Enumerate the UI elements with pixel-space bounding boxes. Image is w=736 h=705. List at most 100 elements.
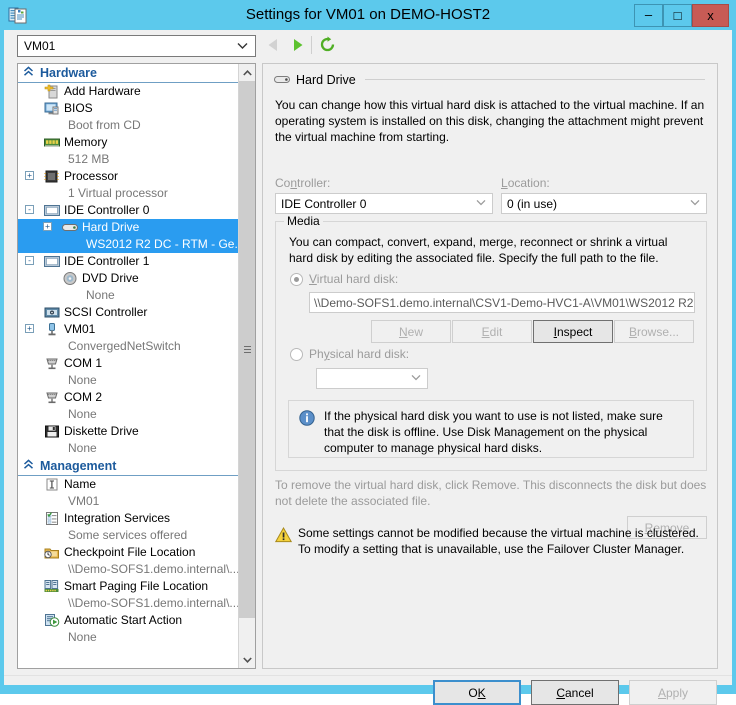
tree-item-processor[interactable]: + Processor — [18, 168, 238, 185]
expand-icon[interactable]: + — [25, 324, 34, 333]
physical-disk-info-text: If the physical hard disk you want to us… — [324, 409, 663, 455]
hard-drive-settings-panel: Hard Drive You can change how this virtu… — [262, 63, 718, 669]
tree-item-com-2[interactable]: COM 2 — [18, 389, 238, 406]
tree-item-dvd-drive[interactable]: DVD Drive — [18, 270, 238, 287]
chevron-down-icon — [237, 40, 248, 54]
browse-button[interactable]: Browse... — [614, 320, 694, 343]
scroll-down-button[interactable] — [239, 651, 255, 668]
expand-icon[interactable]: + — [43, 222, 52, 231]
chevron-down-icon — [476, 197, 486, 211]
ide-controller-icon — [44, 254, 60, 269]
refresh-icon — [319, 36, 336, 56]
tree-item-checkpoint-file-location[interactable]: Checkpoint File Location — [18, 544, 238, 561]
tree-item-diskette-drive[interactable]: Diskette Drive — [18, 423, 238, 440]
tree-item-sublabel: ConvergedNetSwitch — [68, 339, 181, 353]
nav-forward-button[interactable] — [287, 37, 307, 55]
tree-item-sublabel-row[interactable]: Some services offered — [18, 527, 238, 544]
tree-item-sublabel-row[interactable]: \\Demo-SOFS1.demo.internal\... — [18, 561, 238, 578]
tree-item-integration-services[interactable]: Integration Services — [18, 510, 238, 527]
tree-item-sublabel-row[interactable]: \\Demo-SOFS1.demo.internal\... — [18, 595, 238, 612]
collapse-chevron-icon — [23, 66, 34, 81]
tree-item-label: COM 2 — [64, 390, 103, 404]
collapse-icon[interactable]: - — [25, 205, 34, 214]
tree-item-sublabel-row[interactable]: None — [18, 287, 238, 304]
tree-item-sublabel-row[interactable]: VM01 — [18, 493, 238, 510]
footer-divider — [4, 675, 732, 676]
tree-item-bios[interactable]: BIOS — [18, 100, 238, 117]
tree-item-label: DVD Drive — [82, 271, 139, 285]
virtual-hard-disk-radio[interactable] — [290, 273, 303, 286]
title-bar: Settings for VM01 on DEMO-HOST2 – □ x — [0, 0, 736, 30]
tree-item-sublabel-row[interactable]: Boot from CD — [18, 117, 238, 134]
physical-hard-disk-label: Physical hard disk: — [309, 347, 410, 361]
tree-item-ide-controller-0[interactable]: - IDE Controller 0 — [18, 202, 238, 219]
close-button[interactable]: x — [692, 4, 729, 27]
nav-back-button[interactable] — [263, 37, 283, 55]
tree-item-scsi-controller[interactable]: SCSI Controller — [18, 304, 238, 321]
tree-item-sublabel-row[interactable]: ConvergedNetSwitch — [18, 338, 238, 355]
tree-item-sublabel-row[interactable]: None — [18, 440, 238, 457]
apply-button[interactable]: Apply — [629, 680, 717, 705]
settings-tree[interactable]: Hardware Add Hardware BIOS Boot from CD Memo… — [17, 63, 256, 669]
sidebar-scrollbar[interactable] — [238, 64, 255, 668]
ok-button[interactable]: OK — [433, 680, 521, 705]
scroll-up-button[interactable] — [239, 64, 255, 81]
tree-item-ide-controller-1[interactable]: - IDE Controller 1 — [18, 253, 238, 270]
minimize-button[interactable]: – — [634, 4, 663, 27]
toolbar-separator — [311, 36, 312, 54]
new-button[interactable]: New — [371, 320, 451, 343]
tree-item-sublabel: \\Demo-SOFS1.demo.internal\... — [68, 562, 238, 576]
tree-item-sublabel-row[interactable]: None — [18, 629, 238, 646]
tree-item-label: Hard Drive — [82, 220, 140, 234]
tree-item-label: Checkpoint File Location — [64, 545, 196, 559]
chevron-down-icon — [243, 655, 252, 665]
physical-hard-disk-radio[interactable] — [290, 348, 303, 361]
dvd-drive-icon — [62, 271, 78, 286]
maximize-icon: □ — [673, 8, 682, 23]
physical-hard-disk-combo[interactable] — [316, 368, 428, 389]
tree-group-header-management[interactable]: Management — [18, 457, 238, 476]
tree-item-sublabel: None — [86, 288, 115, 302]
tree-item-hard-drive[interactable]: + Hard Drive — [18, 219, 238, 236]
tree-group-header-hardware[interactable]: Hardware — [18, 64, 238, 83]
ide-controller-icon — [44, 203, 60, 218]
maximize-button[interactable]: □ — [663, 4, 692, 27]
tree-item-sublabel: None — [68, 373, 97, 387]
smart-paging-icon — [44, 579, 60, 594]
tree-item-label: IDE Controller 0 — [64, 203, 150, 217]
tree-item-add-hardware[interactable]: Add Hardware — [18, 83, 238, 100]
clustered-warning-text: Some settings cannot be modified because… — [298, 526, 699, 556]
tree-item-sublabel-row[interactable]: None — [18, 372, 238, 389]
tree-item-sublabel-row[interactable]: 512 MB — [18, 151, 238, 168]
scrollbar-thumb[interactable] — [239, 81, 255, 618]
vm-selector-combo[interactable]: VM01 — [17, 35, 256, 57]
tree-item-label: Integration Services — [64, 511, 171, 525]
controller-combo[interactable]: IDE Controller 0 — [275, 193, 493, 214]
refresh-button[interactable] — [317, 36, 337, 56]
physical-disk-infobox: If the physical hard disk you want to us… — [288, 400, 694, 458]
tree-item-sublabel: None — [68, 407, 97, 421]
expand-icon[interactable]: + — [25, 171, 34, 180]
tree-item-automatic-start-action[interactable]: Automatic Start Action — [18, 612, 238, 629]
tree-item-name[interactable]: Name — [18, 476, 238, 493]
controller-label: Controller: — [275, 176, 331, 190]
location-combo[interactable]: 0 (in use) — [501, 193, 707, 214]
tree-item-sublabel-row[interactable]: None — [18, 406, 238, 423]
tree-item-sublabel: WS2012 R2 DC - RTM - Ge... — [86, 237, 238, 251]
cancel-button[interactable]: Cancel — [531, 680, 619, 705]
tree-item-sublabel-row[interactable]: WS2012 R2 DC - RTM - Ge... — [18, 236, 238, 253]
inspect-button[interactable]: Inspect — [533, 320, 613, 343]
tree-item-sublabel-row[interactable]: 1 Virtual processor — [18, 185, 238, 202]
tree-item-label: COM 1 — [64, 356, 103, 370]
virtual-hard-disk-path-input[interactable]: \\Demo-SOFS1.demo.internal\CSV1-Demo-HVC… — [309, 292, 695, 313]
virtual-hard-disk-path-value: \\Demo-SOFS1.demo.internal\CSV1-Demo-HVC… — [314, 296, 694, 310]
tree-item-com-1[interactable]: COM 1 — [18, 355, 238, 372]
collapse-icon[interactable]: - — [25, 256, 34, 265]
section-divider — [365, 79, 705, 80]
close-icon: x — [707, 8, 714, 23]
edit-button[interactable]: Edit — [452, 320, 532, 343]
tree-content: Hardware Add Hardware BIOS Boot from CD Memo… — [18, 64, 238, 668]
tree-item-memory[interactable]: Memory — [18, 134, 238, 151]
tree-item-smart-paging-file-location[interactable]: Smart Paging File Location — [18, 578, 238, 595]
tree-item-vm01[interactable]: + VM01 — [18, 321, 238, 338]
